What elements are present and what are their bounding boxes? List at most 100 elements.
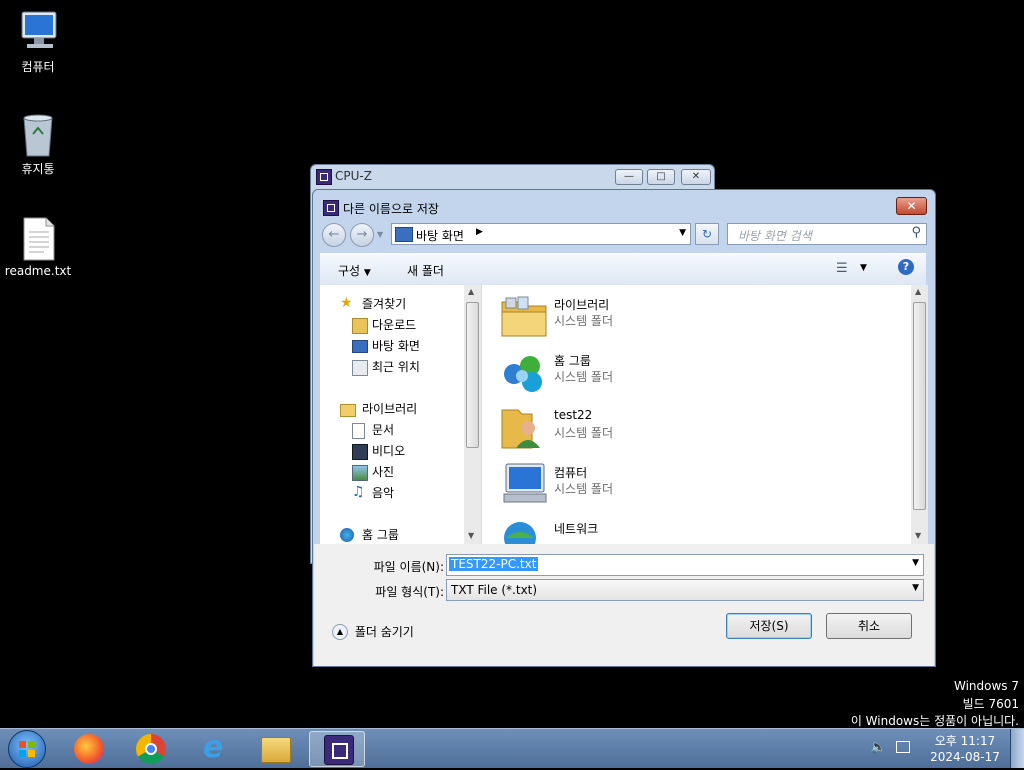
maximize-button[interactable]: □ xyxy=(647,169,675,185)
search-icon[interactable]: ⚲ xyxy=(911,225,921,240)
view-dropdown-icon[interactable]: ▼ xyxy=(860,263,867,273)
nav-recent[interactable]: 최근 위치 xyxy=(352,358,420,376)
dialog-close-button[interactable]: ✕ xyxy=(896,197,927,215)
homegroup-icon xyxy=(340,528,354,542)
desktop-icon-label: 휴지통 xyxy=(21,162,55,176)
windows-logo-icon xyxy=(19,741,35,757)
network-status-icon[interactable] xyxy=(896,741,910,753)
refresh-icon[interactable]: ↻ xyxy=(695,223,719,245)
windows-watermark: Windows 7 빌드 7601 이 Windows는 정품이 아닙니다. xyxy=(851,678,1019,731)
filetype-value: TXT File (*.txt) xyxy=(451,583,538,597)
filetype-select[interactable]: TXT File (*.txt) ▼ xyxy=(446,579,924,601)
firefox-icon xyxy=(74,734,104,764)
downloads-folder-icon xyxy=(352,318,368,334)
scroll-down-icon[interactable]: ▼ xyxy=(915,531,921,540)
hide-folders-label: 폴더 숨기기 xyxy=(354,625,414,639)
organize-menu[interactable]: 구성 ▼ xyxy=(338,262,371,279)
taskbar-chrome[interactable] xyxy=(122,731,178,767)
address-dropdown-icon[interactable]: ▼ xyxy=(679,228,686,238)
chrome-icon xyxy=(136,734,166,764)
recent-pages-dropdown-icon[interactable]: ▼ xyxy=(377,230,383,239)
nav-favorites[interactable]: ★ 즐겨찾기 xyxy=(340,295,406,313)
file-item-libraries[interactable]: 라이브러리 시스템 폴더 xyxy=(500,290,800,340)
file-name: 네트워크 xyxy=(554,522,599,536)
cpuz-app-icon xyxy=(316,169,332,185)
dialog-title: 다른 이름으로 저장 xyxy=(343,202,439,216)
taskbar: e 🔈 오후 11:17 2024-08-17 xyxy=(0,728,1024,768)
recycle-bin-icon xyxy=(14,110,62,158)
start-button[interactable] xyxy=(8,730,46,768)
nav-downloads[interactable]: 다운로드 xyxy=(352,316,416,334)
chevron-down-icon[interactable]: ▼ xyxy=(912,558,919,568)
desktop-icon-recycle-bin[interactable]: 휴지통 xyxy=(0,110,76,177)
navigation-pane: ★ 즐겨찾기 다운로드 바탕 화면 최근 위치 라이브러리 문서 비디오 사진 … xyxy=(320,285,481,544)
filetype-label: 파일 형식(T): xyxy=(375,585,444,599)
chevron-down-icon[interactable]: ▼ xyxy=(912,583,919,593)
computer-icon xyxy=(14,8,62,56)
nav-videos[interactable]: 비디오 xyxy=(352,442,405,460)
search-box[interactable]: 바탕 화면 검색 ⚲ xyxy=(727,223,927,245)
back-button[interactable]: ← xyxy=(322,223,346,247)
taskbar-cpuz[interactable] xyxy=(309,731,365,767)
hide-folders-toggle[interactable]: ▲ 폴더 숨기기 xyxy=(332,623,414,640)
cancel-button[interactable]: 취소 xyxy=(826,613,912,639)
nav-music[interactable]: ♫ 음악 xyxy=(352,484,394,502)
taskbar-internet-explorer[interactable]: e xyxy=(184,731,240,767)
nav-documents[interactable]: 문서 xyxy=(352,421,394,439)
cpuz-app-icon xyxy=(323,200,339,216)
filename-label: 파일 이름(N): xyxy=(373,560,444,574)
scrollbar-thumb[interactable] xyxy=(466,302,479,448)
save-button[interactable]: 저장(S) xyxy=(726,613,812,639)
command-toolbar: 구성 ▼ 새 폴더 ☰ ▼ ? xyxy=(320,253,926,286)
scroll-up-icon[interactable]: ▲ xyxy=(915,287,921,296)
filename-value[interactable]: TEST22-PC.txt xyxy=(449,557,539,571)
music-note-icon: ♫ xyxy=(352,484,365,500)
new-folder-button[interactable]: 새 폴더 xyxy=(407,262,444,279)
clock-date: 2024-08-17 xyxy=(930,750,1000,764)
forward-button[interactable]: → xyxy=(350,223,374,247)
address-text[interactable]: 바탕 화면 xyxy=(416,227,464,244)
desktop-icon-computer[interactable]: 컴퓨터 xyxy=(0,8,76,75)
show-desktop-button[interactable] xyxy=(1010,729,1024,768)
breadcrumb-arrow-icon[interactable]: ▶ xyxy=(476,227,483,237)
minimize-button[interactable]: — xyxy=(615,169,643,185)
file-type: 시스템 폴더 xyxy=(554,370,614,384)
file-name: 홈 그룹 xyxy=(554,354,591,368)
desktop-icon-label: 컴퓨터 xyxy=(21,60,55,74)
file-item-computer[interactable]: 컴퓨터 시스템 폴더 xyxy=(500,458,800,508)
clock[interactable]: 오후 11:17 2024-08-17 xyxy=(925,733,1005,765)
scroll-down-icon[interactable]: ▼ xyxy=(468,531,474,540)
nav-libraries[interactable]: 라이브러리 xyxy=(340,400,417,418)
view-options-icon[interactable]: ☰ xyxy=(836,261,848,276)
recent-places-icon xyxy=(352,360,368,376)
save-as-dialog[interactable]: 다른 이름으로 저장 ✕ ← → ▼ 바탕 화면 ▶ ▼ ↻ 바탕 화면 검색 … xyxy=(312,189,936,667)
file-name: 라이브러리 xyxy=(554,298,610,312)
libraries-folder-icon xyxy=(500,294,548,338)
desktop-icon-readme[interactable]: readme.txt xyxy=(0,214,76,278)
user-folder-icon xyxy=(500,406,548,450)
nav-scrollbar[interactable]: ▲ ▼ xyxy=(464,285,481,544)
star-icon: ★ xyxy=(340,295,353,311)
file-item-network[interactable]: 네트워크 xyxy=(500,514,800,544)
nav-desktop[interactable]: 바탕 화면 xyxy=(352,337,420,355)
file-name: test22 xyxy=(554,408,593,422)
videos-icon xyxy=(352,444,368,460)
cpuz-window-title: CPU-Z xyxy=(335,169,372,183)
pictures-icon xyxy=(352,465,368,481)
file-item-homegroup[interactable]: 홈 그룹 시스템 폴더 xyxy=(500,346,800,396)
scrollbar-thumb[interactable] xyxy=(913,302,926,510)
file-item-test22[interactable]: test22 시스템 폴더 xyxy=(500,402,800,452)
scroll-up-icon[interactable]: ▲ xyxy=(468,287,474,296)
nav-homegroup[interactable]: 홈 그룹 xyxy=(340,526,399,544)
taskbar-explorer[interactable] xyxy=(247,731,303,767)
filename-input[interactable]: TEST22-PC.txt ▼ xyxy=(446,554,924,576)
nav-pictures[interactable]: 사진 xyxy=(352,463,394,481)
address-bar[interactable]: 바탕 화면 ▶ ▼ xyxy=(391,223,691,245)
chevron-up-icon: ▲ xyxy=(332,623,348,640)
file-list-scrollbar[interactable]: ▲ ▼ xyxy=(911,285,928,544)
volume-icon[interactable]: 🔈 xyxy=(870,740,886,755)
taskbar-firefox[interactable] xyxy=(60,731,116,767)
help-icon[interactable]: ? xyxy=(898,259,914,275)
folder-icon xyxy=(261,737,291,763)
close-button[interactable]: ✕ xyxy=(681,169,711,185)
